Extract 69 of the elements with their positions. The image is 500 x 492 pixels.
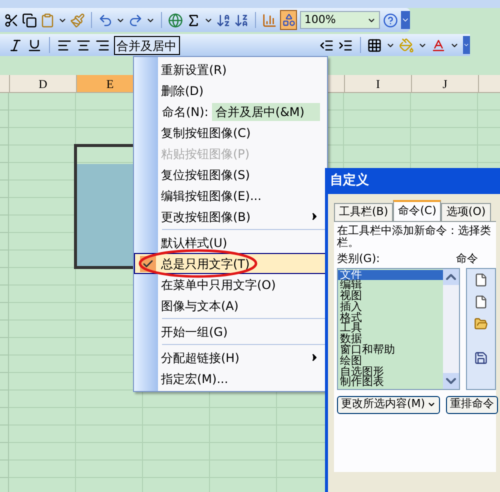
column-header[interactable]: D — [10, 75, 77, 93]
description-text: 栏。 — [337, 237, 360, 249]
menu-item[interactable]: 指定宏(M)... — [134, 368, 327, 389]
dialog-tab[interactable]: 选项(O) — [441, 203, 491, 221]
sort-ascending-icon[interactable] — [216, 12, 231, 28]
shapes-icon — [282, 13, 296, 27]
save-icon[interactable] — [474, 350, 488, 364]
scroll-up-icon[interactable] — [443, 268, 460, 284]
menu-item[interactable]: 开始一组(G) — [134, 321, 327, 342]
help-icon[interactable] — [383, 12, 398, 28]
merge-button[interactable]: 合并及居中 — [114, 36, 180, 54]
dialog-title: 自定义 — [330, 172, 369, 190]
category-item[interactable]: 编辑 — [338, 280, 444, 292]
align-right-icon[interactable] — [94, 38, 110, 52]
folder-icon[interactable] — [474, 316, 488, 330]
category-item[interactable]: 工具 — [338, 323, 444, 334]
scrollbar[interactable] — [443, 268, 460, 388]
italic-icon[interactable] — [8, 38, 23, 52]
menu-item[interactable]: 图像与文本(A) — [134, 295, 327, 316]
bar-chart-icon[interactable] — [262, 12, 277, 28]
menu-item[interactable]: 编辑按钮图像(E)... — [134, 185, 327, 206]
file-icon[interactable] — [474, 294, 488, 308]
copy-icon[interactable] — [22, 12, 37, 28]
fill-color-icon[interactable] — [399, 38, 414, 52]
menu-item[interactable]: 默认样式(U) — [134, 232, 327, 253]
redo-icon[interactable] — [128, 12, 143, 28]
indent-increase-icon[interactable] — [338, 38, 353, 52]
undo-icon[interactable] — [98, 12, 113, 28]
dialog-tab[interactable]: 命令(C) — [393, 200, 442, 221]
menu-item[interactable]: 复制按钮图像(C) — [134, 122, 327, 143]
categories-label: 类别(G): — [337, 251, 381, 267]
caret-icon — [427, 400, 436, 409]
category-item[interactable]: 绘图 — [338, 356, 444, 367]
category-item[interactable]: 格式 — [338, 312, 444, 324]
zoom-combo[interactable]: 100% — [300, 11, 380, 29]
column-header[interactable]: I — [345, 75, 412, 93]
menu-item[interactable]: 分配超链接(H) — [134, 347, 327, 368]
scissors-icon[interactable] — [4, 12, 19, 28]
align-left-icon[interactable] — [56, 38, 72, 52]
category-item[interactable]: 窗口和帮助 — [338, 345, 444, 356]
align-center-icon[interactable] — [76, 38, 91, 52]
category-item[interactable]: 文件 — [338, 270, 444, 280]
name-field[interactable]: 合并及居中(&M) — [212, 102, 320, 120]
commands-label: 命令 — [456, 251, 478, 267]
clipboard-icon[interactable] — [40, 12, 55, 28]
borders-icon[interactable] — [367, 38, 382, 52]
font-color-icon[interactable] — [431, 38, 446, 52]
dialog-button[interactable]: 重排命令 — [446, 396, 498, 414]
sort-descending-icon[interactable] — [234, 12, 249, 28]
column-header[interactable]: J — [412, 75, 479, 93]
globe-icon[interactable] — [168, 12, 183, 28]
category-item[interactable]: 制作图表 — [338, 377, 444, 388]
underline-icon[interactable] — [27, 38, 42, 52]
menu-label: 命名(N): — [162, 104, 208, 120]
dialog-tab[interactable]: 工具栏(B) — [334, 203, 394, 221]
toolbar-options-icon[interactable] — [401, 11, 410, 29]
dialog-button[interactable]: 更改所选内容(M) — [337, 396, 440, 414]
description-text: 在工具栏中添加新命令：选择类 — [337, 225, 492, 237]
file-icon[interactable] — [474, 272, 488, 286]
indent-decrease-icon[interactable] — [318, 38, 334, 52]
menu-item[interactable]: 更改按钮图像(B) — [134, 206, 327, 227]
category-item[interactable]: 视图 — [338, 291, 444, 302]
scroll-down-icon[interactable] — [443, 372, 460, 388]
menu-item[interactable]: 复位按钮图像(S) — [134, 164, 327, 185]
drawing-toggle-button[interactable] — [280, 10, 298, 30]
category-item[interactable]: 自选图形 — [338, 366, 444, 378]
category-item[interactable]: 插入 — [338, 302, 444, 313]
menu-item[interactable]: 在菜单中只用文字(O) — [134, 274, 327, 295]
menu-item[interactable]: 总是只用文字(T) — [134, 253, 327, 274]
